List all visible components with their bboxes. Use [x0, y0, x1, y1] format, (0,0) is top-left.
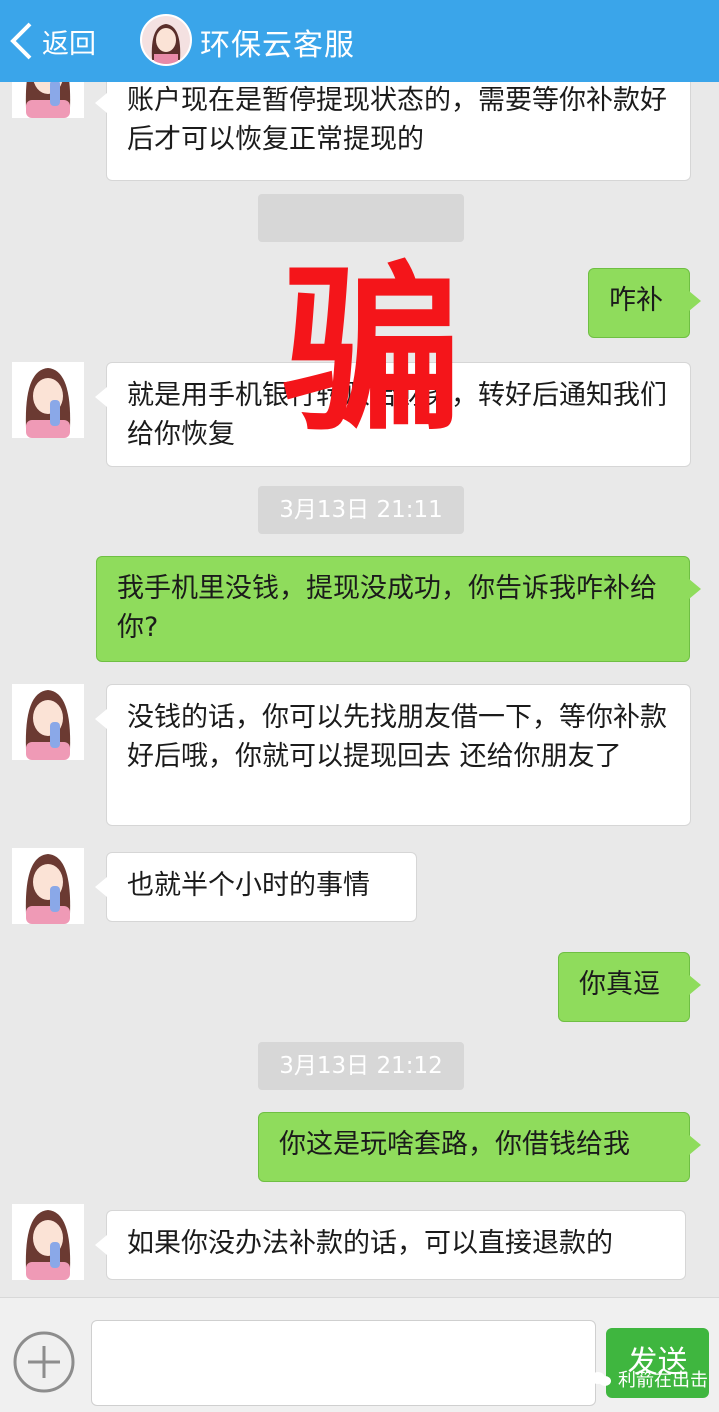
avatar-girl-icon: [12, 684, 84, 760]
back-button[interactable]: 返回: [8, 18, 96, 64]
message-text: 如果你没办法补款的话，可以直接退款的: [127, 1228, 613, 1259]
message-text: 你这是玩啥套路，你借钱给我: [279, 1129, 630, 1160]
message-input[interactable]: [91, 1320, 596, 1406]
timestamp: 3月13日 21:12: [258, 1042, 464, 1090]
outgoing-message[interactable]: 你真逗: [558, 952, 701, 1022]
timestamp: 3月13日 21:11: [258, 486, 464, 534]
watermark: 利箭在出击: [590, 1366, 708, 1392]
message-text: 账户现在是暂停提现状态的，需要等你补款好后才可以恢复正常提现的: [127, 85, 667, 155]
contact-avatar[interactable]: [12, 848, 84, 924]
avatar-girl-icon: [12, 1204, 84, 1280]
incoming-message[interactable]: 没钱的话，你可以先找朋友借一下，等你补款好后哦，你就可以提现回去 还给你朋友了: [95, 684, 691, 826]
message-text: 咋补: [609, 285, 663, 316]
timestamp: [258, 194, 464, 242]
wechat-icon: [591, 1372, 611, 1386]
outgoing-message[interactable]: 你这是玩啥套路，你借钱给我: [258, 1112, 701, 1182]
watermark-text: 利箭在出击: [618, 1370, 708, 1391]
contact-avatar[interactable]: [12, 1204, 84, 1280]
message-text: 没钱的话，你可以先找朋友借一下，等你补款好后哦，你就可以提现回去 还给你朋友了: [127, 702, 667, 772]
input-bar: 发送 利箭在出击: [0, 1297, 719, 1412]
chevron-left-icon: [10, 22, 32, 60]
avatar-girl-icon: [12, 82, 84, 118]
incoming-message[interactable]: 账户现在是暂停提现状态的，需要等你补款好后才可以恢复正常提现的: [95, 82, 691, 181]
avatar-girl-icon: [142, 16, 190, 64]
message-text: 我手机里没钱，提现没成功，你告诉我咋补给你?: [117, 573, 657, 643]
back-label: 返回: [42, 28, 96, 60]
chat-area[interactable]: 账户现在是暂停提现状态的，需要等你补款好后才可以恢复正常提现的 咋补 就是用手机…: [0, 82, 719, 1297]
message-text: 也就半个小时的事情: [127, 870, 370, 901]
page-title: 环保云客服: [200, 28, 355, 63]
scam-stamp-overlay: 骗: [282, 247, 463, 456]
plus-circle-icon[interactable]: [12, 1330, 76, 1394]
outgoing-message[interactable]: 我手机里没钱，提现没成功，你告诉我咋补给你?: [96, 556, 701, 662]
contact-avatar[interactable]: [12, 362, 84, 438]
contact-avatar[interactable]: [12, 82, 84, 118]
avatar-girl-icon: [12, 848, 84, 924]
title-bar: 返回 环保云客服: [0, 0, 719, 82]
incoming-message[interactable]: 如果你没办法补款的话，可以直接退款的: [95, 1210, 686, 1280]
outgoing-message[interactable]: 咋补: [588, 268, 701, 338]
contact-avatar[interactable]: [140, 14, 192, 66]
contact-avatar[interactable]: [12, 684, 84, 760]
message-text: 你真逗: [579, 969, 660, 1000]
avatar-girl-icon: [12, 362, 84, 438]
incoming-message[interactable]: 也就半个小时的事情: [95, 852, 417, 922]
